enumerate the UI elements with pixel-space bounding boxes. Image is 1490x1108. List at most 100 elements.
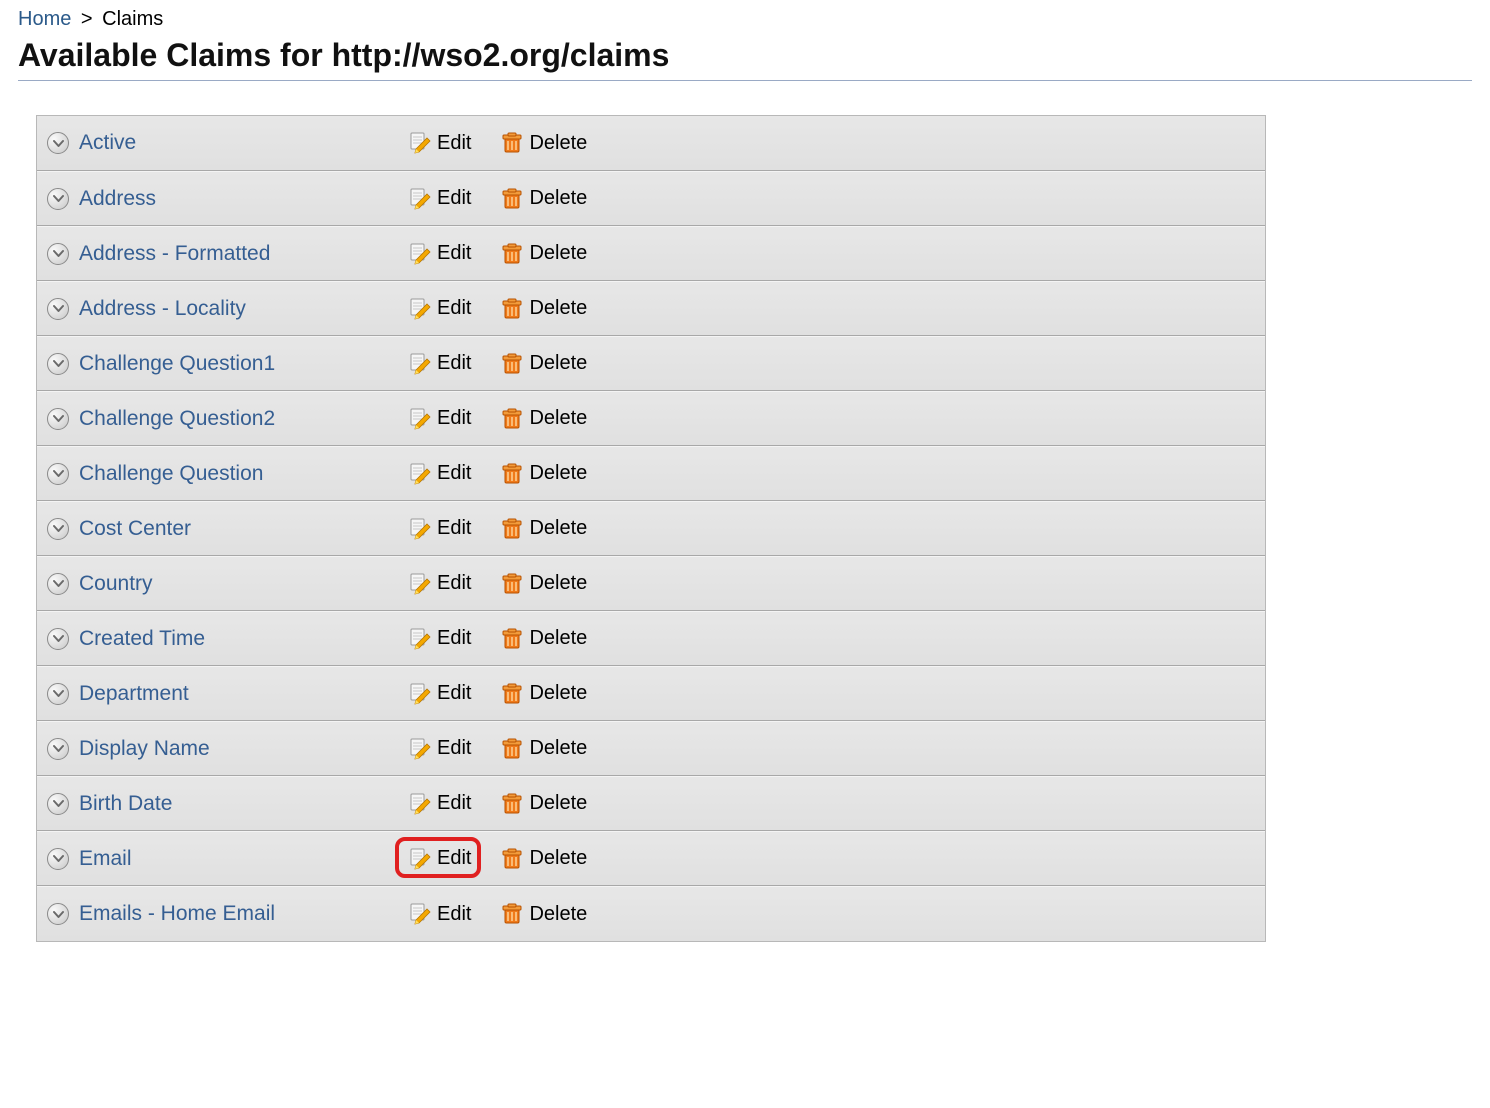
claim-name-link[interactable]: Emails - Home Email [79, 902, 409, 926]
claim-name-link[interactable]: Address [79, 187, 409, 211]
delete-label: Delete [529, 627, 587, 650]
delete-button[interactable]: Delete [501, 572, 587, 595]
claim-row: Emails - Home Email Edit Delete [37, 886, 1265, 941]
edit-button[interactable]: Edit [409, 297, 471, 320]
claim-row: Country Edit Delete [37, 556, 1265, 611]
expand-toggle[interactable] [47, 683, 69, 705]
claim-name-link[interactable]: Department [79, 682, 409, 706]
chevron-down-icon [53, 853, 64, 864]
edit-button[interactable]: Edit [409, 847, 471, 870]
expand-toggle[interactable] [47, 353, 69, 375]
edit-label: Edit [437, 847, 471, 870]
edit-button[interactable]: Edit [409, 407, 471, 430]
delete-label: Delete [529, 572, 587, 595]
delete-button[interactable]: Delete [501, 682, 587, 705]
expand-toggle[interactable] [47, 848, 69, 870]
expand-toggle[interactable] [47, 188, 69, 210]
claim-name-link[interactable]: Address - Formatted [79, 242, 409, 266]
edit-button[interactable]: Edit [409, 572, 471, 595]
claim-row: Display NameEdit Delete [37, 721, 1265, 776]
edit-label: Edit [437, 792, 471, 815]
claim-row: Active Edit Delete [37, 116, 1265, 171]
edit-label: Edit [437, 132, 471, 155]
expand-toggle[interactable] [47, 628, 69, 650]
edit-label: Edit [437, 462, 471, 485]
delete-icon [501, 463, 523, 485]
delete-label: Delete [529, 737, 587, 760]
delete-label: Delete [529, 187, 587, 210]
claim-name-link[interactable]: Challenge Question2 [79, 407, 409, 431]
delete-label: Delete [529, 682, 587, 705]
delete-button[interactable]: Delete [501, 627, 587, 650]
claim-name-link[interactable]: Created Time [79, 627, 409, 651]
expand-toggle[interactable] [47, 573, 69, 595]
delete-button[interactable]: Delete [501, 792, 587, 815]
expand-toggle[interactable] [47, 463, 69, 485]
edit-icon [409, 353, 431, 375]
delete-button[interactable]: Delete [501, 462, 587, 485]
edit-button[interactable]: Edit [409, 352, 471, 375]
chevron-down-icon [53, 578, 64, 589]
expand-toggle[interactable] [47, 793, 69, 815]
edit-button[interactable]: Edit [409, 903, 471, 926]
edit-icon [409, 628, 431, 650]
edit-button[interactable]: Edit [409, 517, 471, 540]
delete-icon [501, 683, 523, 705]
chevron-down-icon [53, 413, 64, 424]
edit-button[interactable]: Edit [409, 132, 471, 155]
edit-button[interactable]: Edit [409, 682, 471, 705]
delete-icon [501, 903, 523, 925]
edit-icon [409, 188, 431, 210]
delete-label: Delete [529, 517, 587, 540]
delete-button[interactable]: Delete [501, 903, 587, 926]
delete-button[interactable]: Delete [501, 297, 587, 320]
delete-button[interactable]: Delete [501, 847, 587, 870]
claim-name-link[interactable]: Birth Date [79, 792, 409, 816]
claim-row: Birth Date Edit Delete [37, 776, 1265, 831]
edit-button[interactable]: Edit [409, 792, 471, 815]
expand-toggle[interactable] [47, 518, 69, 540]
claim-name-link[interactable]: Challenge Question1 [79, 352, 409, 376]
delete-button[interactable]: Delete [501, 517, 587, 540]
edit-button[interactable]: Edit [409, 242, 471, 265]
edit-icon [409, 683, 431, 705]
edit-label: Edit [437, 903, 471, 926]
edit-button[interactable]: Edit [409, 462, 471, 485]
delete-icon [501, 353, 523, 375]
edit-icon [409, 793, 431, 815]
chevron-down-icon [53, 248, 64, 259]
edit-button[interactable]: Edit [409, 737, 471, 760]
edit-label: Edit [437, 407, 471, 430]
claim-name-link[interactable]: Display Name [79, 737, 409, 761]
edit-button[interactable]: Edit [409, 627, 471, 650]
chevron-down-icon [53, 468, 64, 479]
expand-toggle[interactable] [47, 903, 69, 925]
delete-button[interactable]: Delete [501, 242, 587, 265]
expand-toggle[interactable] [47, 132, 69, 154]
edit-label: Edit [437, 682, 471, 705]
claim-name-link[interactable]: Address - Locality [79, 297, 409, 321]
delete-button[interactable]: Delete [501, 737, 587, 760]
delete-button[interactable]: Delete [501, 407, 587, 430]
chevron-down-icon [53, 688, 64, 699]
expand-toggle[interactable] [47, 243, 69, 265]
claim-row: Cost CenterEdit Delete [37, 501, 1265, 556]
expand-toggle[interactable] [47, 298, 69, 320]
delete-label: Delete [529, 407, 587, 430]
claim-name-link[interactable]: Active [79, 131, 409, 155]
claim-name-link[interactable]: Email [79, 847, 409, 871]
claim-name-link[interactable]: Challenge Question [79, 462, 409, 486]
claim-name-link[interactable]: Cost Center [79, 517, 409, 541]
breadcrumb-home-link[interactable]: Home [18, 8, 71, 30]
edit-button[interactable]: Edit [409, 187, 471, 210]
delete-icon [501, 243, 523, 265]
claim-name-link[interactable]: Country [79, 572, 409, 596]
delete-button[interactable]: Delete [501, 132, 587, 155]
chevron-down-icon [53, 633, 64, 644]
delete-button[interactable]: Delete [501, 187, 587, 210]
expand-toggle[interactable] [47, 408, 69, 430]
chevron-down-icon [53, 909, 64, 920]
edit-label: Edit [437, 572, 471, 595]
expand-toggle[interactable] [47, 738, 69, 760]
delete-button[interactable]: Delete [501, 352, 587, 375]
